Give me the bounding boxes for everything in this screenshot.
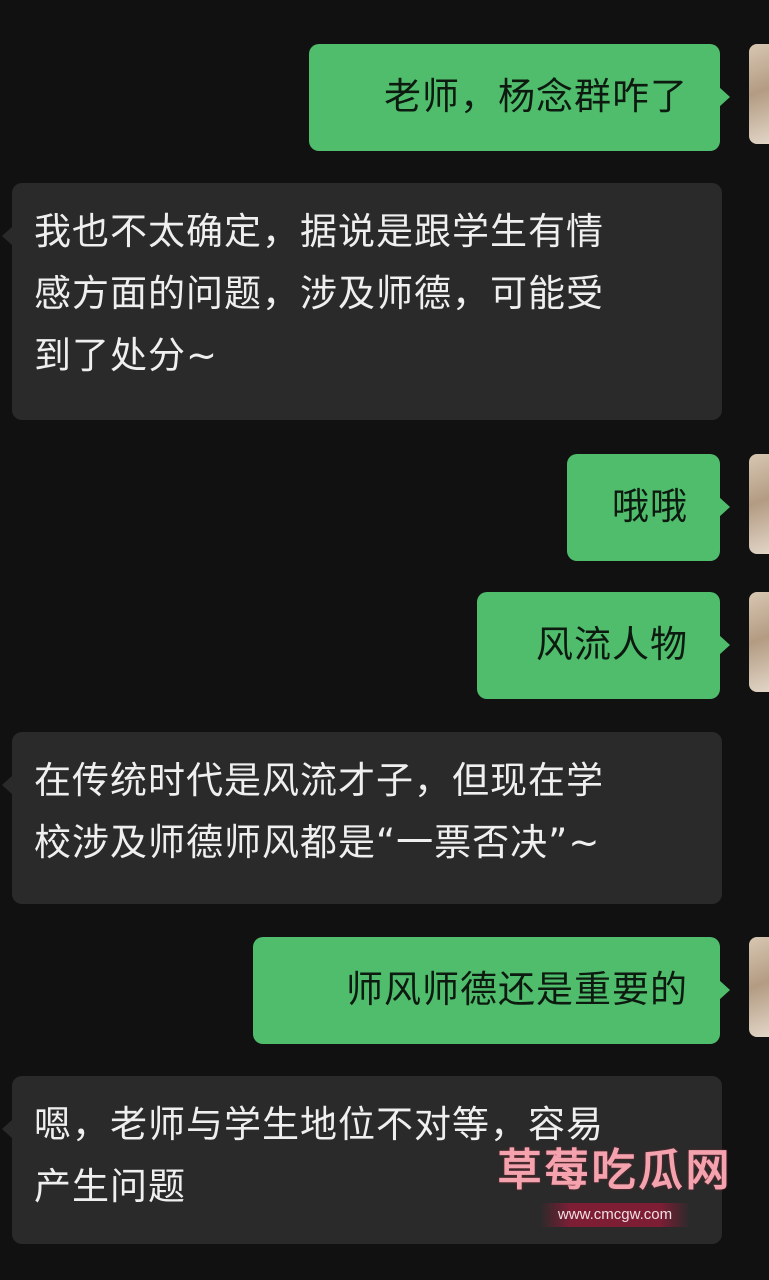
user-avatar[interactable] <box>749 592 769 692</box>
message-text: 师风师德还是重要的 <box>346 968 688 1011</box>
message-text-line: 在传统时代是风流才子，但现在学 <box>34 759 604 802</box>
message-text-line: 到了处分~ <box>34 334 219 377</box>
chat-screen: 老师，杨念群咋了 我也不太确定，据说是跟学生有情 感方面的问题，涉及师德，可能受… <box>0 0 769 1280</box>
message-bubble-outgoing[interactable]: 老师，杨念群咋了 <box>309 44 730 151</box>
watermark: 草莓吃瓜网 www.cmcgw.com <box>495 1145 735 1227</box>
message-text: 风流人物 <box>536 623 688 666</box>
watermark-title: 草莓吃瓜网 <box>497 1145 733 1196</box>
user-avatar[interactable] <box>749 44 769 144</box>
message-text-line: 感方面的问题，涉及师德，可能受 <box>34 272 604 315</box>
message-bubble-incoming[interactable]: 我也不太确定，据说是跟学生有情 感方面的问题，涉及师德，可能受 到了处分~ <box>2 183 722 420</box>
message-text: 老师，杨念群咋了 <box>384 75 688 118</box>
user-avatar[interactable] <box>749 937 769 1037</box>
watermark-url: www.cmcgw.com <box>539 1203 691 1227</box>
message-bubble-incoming[interactable]: 在传统时代是风流才子，但现在学 校涉及师德师风都是“一票否决”~ <box>2 732 722 904</box>
message-bubble-outgoing[interactable]: 风流人物 <box>477 592 730 699</box>
message-text-line: 校涉及师德师风都是“一票否决”~ <box>34 821 601 864</box>
message-text: 哦哦 <box>612 485 688 528</box>
user-avatar[interactable] <box>749 454 769 554</box>
message-text-line: 我也不太确定，据说是跟学生有情 <box>34 210 604 253</box>
message-bubble-outgoing[interactable]: 师风师德还是重要的 <box>253 937 730 1044</box>
message-bubble-outgoing[interactable]: 哦哦 <box>567 454 730 561</box>
